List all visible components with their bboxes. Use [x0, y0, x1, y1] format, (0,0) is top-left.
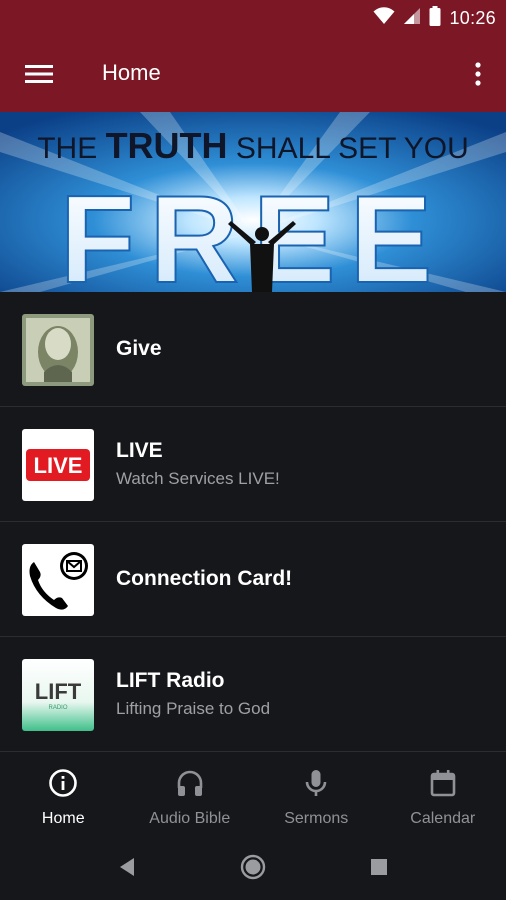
headphones-icon — [174, 766, 206, 800]
tab-label: Sermons — [284, 810, 349, 827]
lift-logo-text: LIFT — [35, 679, 82, 704]
list-item-title: Connection Card! — [116, 567, 293, 590]
back-icon[interactable] — [112, 852, 142, 882]
hamburger-menu-icon[interactable] — [22, 58, 56, 90]
list-item-title: LIFT Radio — [116, 669, 225, 692]
status-bar: 10:26 — [0, 0, 506, 36]
live-badge-thumbnail: LIVE — [22, 429, 94, 501]
home-circle-icon[interactable] — [238, 852, 268, 882]
dollar-bill-thumbnail — [22, 314, 94, 386]
system-navigation-bar — [0, 834, 506, 900]
phone-message-thumbnail — [22, 544, 94, 616]
list-item-give[interactable]: Give — [0, 292, 506, 407]
banner-image: THE TRUTH SHALL SET YOU FREE — [0, 112, 506, 292]
tab-sermons[interactable]: Sermons — [253, 752, 380, 834]
lift-radio-logo-thumbnail: LIFT RADIO — [22, 659, 94, 731]
battery-icon — [429, 5, 441, 31]
tab-label: Calendar — [410, 810, 476, 827]
bottom-navigation: Home Audio Bible Sermons Calendar — [0, 752, 506, 834]
svg-text:THE TRUTH SHALL SE: THE TRUTH SHALL SET YOU — [37, 125, 469, 166]
banner-line-the: THE — [37, 132, 97, 165]
tab-calendar[interactable]: Calendar — [380, 752, 506, 834]
cell-signal-icon — [403, 7, 421, 30]
banner-line-truth: TRUTH — [106, 125, 228, 166]
list-item-lift-radio[interactable]: LIFT RADIO LIFT Radio Lifting Praise to … — [0, 637, 506, 752]
hero-banner[interactable]: THE TRUTH SHALL SET YOU FREE — [0, 112, 506, 292]
menu-list: Give LIVE LIVE Watch Services LIVE! Conn… — [0, 292, 506, 752]
list-item-connection-card[interactable]: Connection Card! — [0, 522, 506, 637]
tab-home[interactable]: Home — [0, 752, 127, 834]
list-item-subtitle: Watch Services LIVE! — [116, 469, 280, 488]
info-circle-icon — [47, 766, 79, 800]
list-item-title: Give — [116, 337, 162, 360]
status-icons: 10:26 — [373, 5, 496, 31]
tab-audio-bible[interactable]: Audio Bible — [127, 752, 254, 834]
list-item-title: LIVE — [116, 439, 163, 462]
wifi-icon — [373, 6, 395, 30]
list-item-subtitle: Lifting Praise to God — [116, 699, 271, 718]
status-time: 10:26 — [449, 7, 496, 28]
live-badge-text: LIVE — [34, 453, 83, 478]
recents-square-icon[interactable] — [364, 852, 394, 882]
lift-logo-subtext: RADIO — [48, 705, 67, 711]
app-bar: Home — [0, 36, 506, 112]
banner-line-rest: SHALL SET YOU — [236, 132, 469, 165]
tab-label: Home — [41, 810, 85, 827]
list-item-live[interactable]: LIVE LIVE Watch Services LIVE! — [0, 407, 506, 522]
tab-label: Audio Bible — [149, 810, 231, 827]
more-vert-icon[interactable] — [468, 58, 488, 90]
calendar-icon — [427, 766, 459, 800]
page-title: Home — [102, 60, 161, 85]
microphone-icon — [300, 766, 332, 800]
